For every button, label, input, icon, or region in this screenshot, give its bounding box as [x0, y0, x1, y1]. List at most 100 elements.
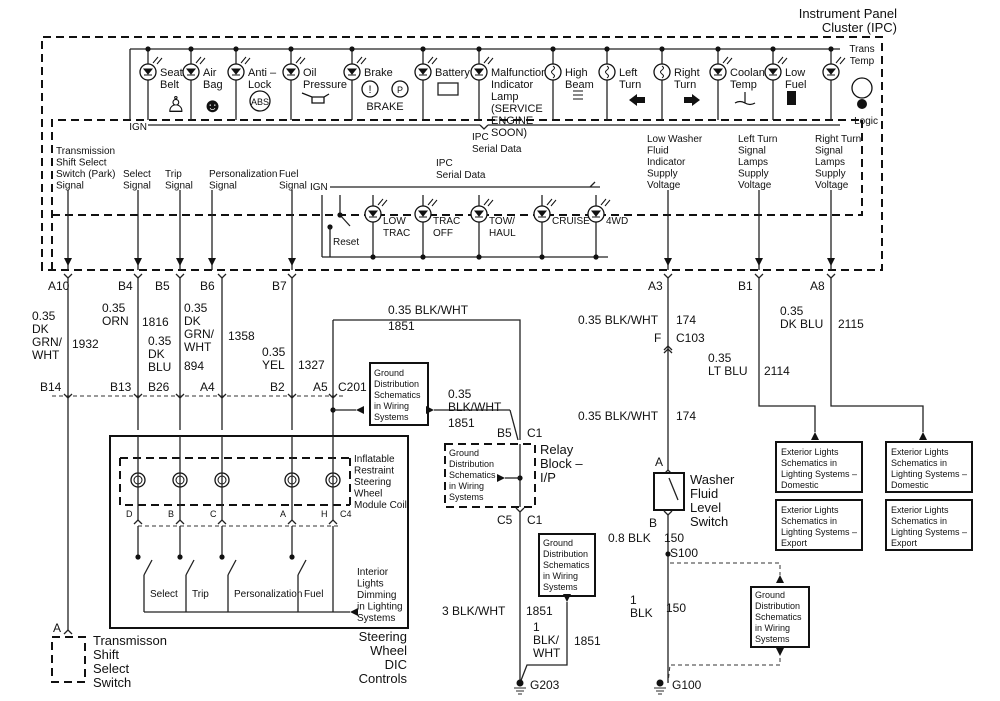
light-rays — [427, 198, 438, 207]
top-pin-label-5: A3 — [648, 279, 663, 293]
trans-switch-label: Transmisson Shift Select Switch — [93, 633, 167, 690]
signal-arrow-icon — [288, 258, 296, 266]
serial-data-label-2: IPC Serial Data — [436, 158, 486, 181]
wire-circuit-11: 1851 — [526, 604, 553, 618]
switch-label-2: Personalization — [234, 589, 302, 600]
wire-color-9: 0.35 LT BLU — [708, 351, 748, 378]
wire-circuit-8: 174 — [676, 409, 696, 423]
ground-ref-arrow-icon — [776, 575, 784, 583]
signal-label-4: Fuel Signal — [279, 169, 307, 192]
splice-dot — [420, 254, 426, 260]
led-icon — [343, 56, 367, 81]
c201-pin-label-2: B26 — [148, 380, 170, 394]
indicator-label-8: Left Turn — [619, 67, 641, 91]
trans-temp-icon — [851, 77, 873, 99]
indicator-label-6: Malfunction Indicator Lamp (SERVICE ENGINE SO… — [491, 67, 547, 139]
led-icon — [822, 56, 846, 81]
splice-dot — [593, 254, 599, 260]
bus-splice — [550, 46, 556, 52]
indicator-label-7: High Beam — [565, 67, 594, 91]
c201-pin-label-1: B13 — [110, 380, 132, 394]
light-rays — [427, 56, 438, 65]
oil-can-icon — [301, 92, 330, 104]
bus-splice — [476, 46, 482, 52]
relay-c1-bottom-label: C1 — [527, 513, 543, 527]
connector-pin-icon — [287, 273, 297, 279]
led-icon — [470, 56, 494, 81]
bus-splice — [659, 46, 665, 52]
splice-dot — [337, 212, 343, 218]
indicator-label-9: Right Turn — [674, 67, 700, 91]
wire-color-1: 0.35 ORN — [102, 301, 129, 328]
light-rays — [152, 56, 163, 65]
coil-pin-label-0: D — [126, 509, 133, 519]
connector-pin-icon — [754, 273, 764, 279]
splice-dot — [135, 554, 141, 560]
light-rays — [483, 198, 494, 207]
indicator-label-1: Air Bag — [203, 67, 223, 91]
light-rays — [835, 56, 846, 65]
steering-wheel-label: Steering Wheel DIC Controls — [359, 629, 408, 686]
serial-data-brace-2 — [330, 181, 600, 188]
signal-arrow-icon — [827, 258, 835, 266]
wiring-diagram: Instrument PanelCluster (IPC) IGN Logic Sea… — [32, 6, 973, 695]
switch-label-0: Select — [150, 589, 178, 600]
light-rays — [195, 56, 206, 65]
wire-circuit-6: 1851 — [448, 416, 475, 430]
wire-color-7: 0.35 BLK/WHT — [578, 313, 659, 327]
indicator-label-0: Seat Belt — [160, 67, 183, 91]
top-pin-label-6: B1 — [738, 279, 753, 293]
indicator-label-10: Coolant Temp — [730, 67, 768, 91]
dashed-ground-ref — [670, 562, 781, 575]
wire-circuit-10: 2115 — [838, 317, 864, 331]
top-pin-label-3: B6 — [200, 279, 215, 293]
ground-lines — [514, 687, 526, 695]
trans-temp-bulb — [857, 99, 867, 109]
brake-sub-label: BRAKE — [366, 101, 403, 113]
relay-ground-ref-text: Ground Distribution Schematics in Wiring Sys… — [449, 448, 496, 502]
brake-exclaim: ! — [368, 84, 371, 96]
coil-pin-label-3: A — [280, 509, 286, 519]
ground-lines — [654, 687, 666, 695]
bus-splice — [349, 46, 355, 52]
lower-lamp-label-0: LOW TRAC — [383, 216, 410, 239]
led-icon — [414, 56, 438, 81]
indicator-label-2: Anti – Lock — [248, 67, 277, 91]
splice-dot — [289, 554, 295, 560]
air-bag-icon: ☻ — [202, 95, 223, 117]
relay-c1-label: C1 — [527, 426, 543, 440]
coil-connector-label: C4 — [340, 509, 352, 519]
splice-dot — [476, 254, 482, 260]
light-rays — [777, 56, 788, 65]
s100-label: S100 — [670, 546, 698, 560]
ground-ref-arrow-icon — [497, 474, 505, 482]
connector-pin-icon — [663, 273, 673, 279]
wire-color-3: 0.35 DK GRN/WHT — [184, 301, 215, 354]
bulb-icon — [653, 63, 671, 81]
wire-color-6: 0.35 BLK/WHT — [448, 387, 502, 414]
c201-pin-label-4: B2 — [270, 380, 285, 394]
light-rays — [295, 56, 306, 65]
led-icon — [709, 56, 733, 81]
relay-block-label: Relay Block – I/P — [540, 442, 583, 485]
c201-pin-label-3: A4 — [200, 380, 215, 394]
lower-lamp-label-3: CRUISE — [552, 216, 590, 227]
reset-label: Reset — [333, 237, 359, 248]
bus-splice — [233, 46, 239, 52]
wire-2114 — [758, 278, 816, 432]
wire-2115 — [830, 278, 924, 432]
wire-color-4: 0.35 YEL — [262, 345, 286, 372]
indicator-label-11: Low Fuel — [785, 67, 806, 91]
ipc-title: Instrument Panel — [799, 6, 897, 21]
connector-pin-icon — [826, 273, 836, 279]
seat-belt-icon: ♙ — [166, 92, 186, 117]
c103-pin-label: F — [654, 331, 661, 345]
wire-color-11: 3 BLK/WHT — [442, 604, 506, 618]
wire-circuit-2: 894 — [184, 359, 204, 373]
wire-circuit-7: 174 — [676, 313, 696, 327]
wire-circuit-9: 2114 — [764, 364, 790, 378]
washer-pin-b-label: B — [649, 516, 657, 530]
bulb-icon — [544, 63, 562, 81]
ref-arrow-icon — [811, 432, 819, 440]
signal-label-5: Low Washer Fluid Indicator Supply Voltage — [647, 134, 703, 191]
